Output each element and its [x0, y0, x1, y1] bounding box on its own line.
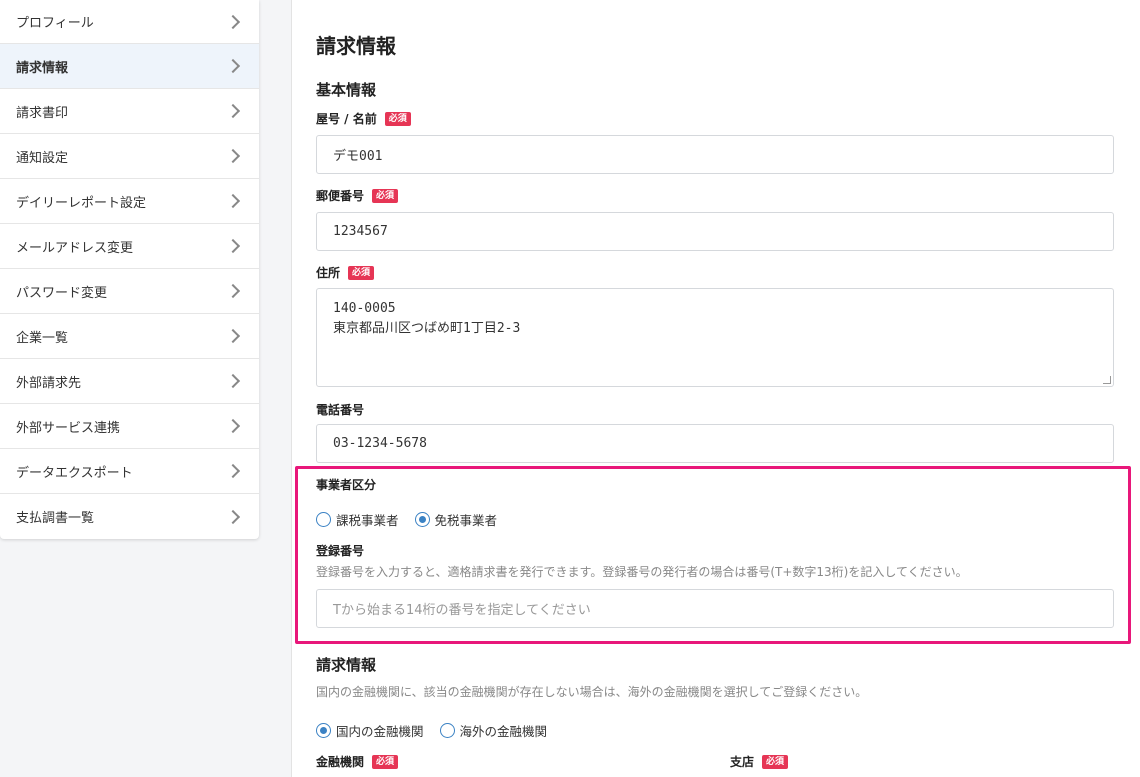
sidebar-item-integrations[interactable]: 外部サービス連携 — [0, 404, 259, 449]
chevron-right-icon — [225, 463, 241, 479]
chevron-right-icon — [225, 14, 241, 29]
sidebar-item-label: 外部請求先 — [16, 375, 82, 391]
required-badge: 必須 — [372, 188, 399, 203]
sidebar-item-label: 支払調書一覧 — [16, 511, 95, 526]
required-badge: 必須 — [348, 265, 375, 280]
name-value: デモ001 — [333, 149, 383, 164]
registration-number-label-text: 登録番号 — [316, 544, 365, 558]
radio-label: 課税事業者 — [336, 513, 399, 528]
address-label-text: 住所 — [316, 266, 341, 280]
sidebar-item-invoice-stamp[interactable]: 請求書印 — [0, 89, 259, 134]
radio-label: 免税事業者 — [434, 513, 498, 528]
basic-info-heading: 基本情報 — [316, 81, 377, 99]
sidebar-item-payment-records[interactable]: 支払調書一覧 — [0, 494, 259, 539]
sidebar-item-label: 請求書印 — [16, 105, 69, 121]
name-label: 屋号 / 名前 必須 — [316, 110, 411, 127]
sidebar-item-external-billing[interactable]: 外部請求先 — [0, 359, 259, 404]
radio-label: 国内の金融機関 — [336, 724, 424, 739]
address-line-2: 東京都品川区つばめ町1丁目2-3 — [333, 321, 521, 336]
resize-handle-icon[interactable] — [1103, 376, 1111, 384]
sidebar-item-password-change[interactable]: パスワード変更 — [0, 269, 259, 314]
phone-field[interactable]: 03-1234-5678 — [316, 424, 1114, 463]
registration-number-placeholder: Tから始まる14桁の番号を指定してください — [333, 603, 591, 618]
address-label: 住所 必須 — [316, 264, 375, 281]
sidebar-item-billing-info[interactable]: 請求情報 — [0, 44, 259, 89]
required-badge: 必須 — [762, 754, 789, 769]
billing-info-help: 国内の金融機関に、該当の金融機関が存在しない場合は、海外の金融機関を選択してご登… — [316, 685, 868, 699]
chevron-right-icon — [225, 373, 241, 389]
sidebar-item-label: 外部サービス連携 — [16, 420, 121, 436]
registration-number-label: 登録番号 — [316, 542, 364, 559]
sidebar-item-companies[interactable]: 企業一覧 — [0, 314, 259, 359]
registration-number-help: 登録番号を入力すると、適格請求書を発行できます。登録番号の発行者の場合は番号(T… — [316, 565, 968, 579]
bank-type-radio-group: 国内の金融機関 海外の金融機関 — [316, 721, 563, 740]
business-type-label: 事業者区分 — [316, 476, 376, 493]
phone-value: 03-1234-5678 — [333, 436, 427, 451]
radio-option-foreign[interactable]: 海外の金融機関 — [439, 721, 548, 740]
chevron-right-icon — [225, 418, 241, 434]
bank-label: 金融機関 必須 — [316, 753, 399, 770]
sidebar-item-label: 企業一覧 — [16, 330, 69, 346]
required-badge: 必須 — [384, 111, 411, 126]
zip-label-text: 郵便番号 — [316, 189, 365, 203]
chevron-right-icon — [225, 58, 241, 74]
sidebar-item-label: データエクスポート — [16, 465, 133, 481]
sidebar-item-notifications[interactable]: 通知設定 — [0, 134, 259, 179]
phone-label: 電話番号 — [316, 401, 364, 418]
address-textarea[interactable]: 140-0005 東京都品川区つばめ町1丁目2-3 — [316, 288, 1114, 387]
sidebar-item-label: メールアドレス変更 — [16, 240, 134, 256]
name-label-text: 屋号 / 名前 — [316, 112, 377, 126]
radio-checked-icon[interactable] — [414, 512, 430, 527]
bank-label-text: 金融機関 — [316, 755, 365, 769]
radio-unchecked-icon[interactable] — [316, 512, 331, 527]
sidebar-item-data-export[interactable]: データエクスポート — [0, 449, 259, 494]
required-badge: 必須 — [372, 754, 399, 769]
registration-number-field[interactable]: Tから始まる14桁の番号を指定してください — [316, 589, 1114, 628]
radio-option-taxable[interactable]: 課税事業者 — [316, 510, 399, 529]
sidebar-item-label: 請求情報 — [16, 60, 69, 76]
sidebar-item-label: プロフィール — [16, 16, 94, 31]
name-field[interactable]: デモ001 — [316, 135, 1114, 174]
settings-sidebar: プロフィール 請求情報 請求書印 通知設定 デイリーレポート設定 メールアドレス… — [0, 0, 259, 539]
sidebar-item-profile[interactable]: プロフィール — [0, 0, 259, 44]
zip-label: 郵便番号 必須 — [316, 187, 399, 204]
address-line-1: 140-0005 — [333, 301, 396, 316]
branch-label-text: 支店 — [730, 755, 755, 769]
chevron-right-icon — [225, 193, 241, 209]
page-title: 請求情報 — [316, 34, 396, 58]
chevron-right-icon — [225, 283, 241, 299]
radio-option-exempt[interactable]: 免税事業者 — [414, 510, 498, 529]
business-type-label-text: 事業者区分 — [316, 478, 377, 492]
zip-value: 1234567 — [333, 224, 388, 239]
radio-option-domestic[interactable]: 国内の金融機関 — [316, 721, 424, 740]
phone-label-text: 電話番号 — [316, 403, 365, 417]
chevron-right-icon — [225, 148, 241, 164]
radio-checked-icon[interactable] — [316, 723, 331, 738]
billing-info-heading: 請求情報 — [316, 656, 377, 674]
chevron-right-icon — [225, 238, 241, 254]
chevron-right-icon — [225, 509, 241, 524]
chevron-right-icon — [225, 328, 241, 344]
business-type-radio-group: 課税事業者 免税事業者 — [316, 510, 513, 529]
sidebar-item-label: デイリーレポート設定 — [16, 195, 147, 211]
radio-unchecked-icon[interactable] — [439, 723, 455, 738]
sidebar-item-daily-report[interactable]: デイリーレポート設定 — [0, 179, 259, 224]
sidebar-item-label: パスワード変更 — [16, 285, 108, 301]
sidebar-item-label: 通知設定 — [16, 150, 69, 166]
chevron-right-icon — [225, 103, 241, 119]
main-panel: 請求情報 基本情報 屋号 / 名前 必須 デモ001 郵便番号 必須 12345… — [291, 0, 1140, 777]
zip-field[interactable]: 1234567 — [316, 212, 1114, 251]
branch-label: 支店 必須 — [730, 753, 789, 770]
radio-label: 海外の金融機関 — [459, 724, 548, 739]
sidebar-item-email-change[interactable]: メールアドレス変更 — [0, 224, 259, 269]
